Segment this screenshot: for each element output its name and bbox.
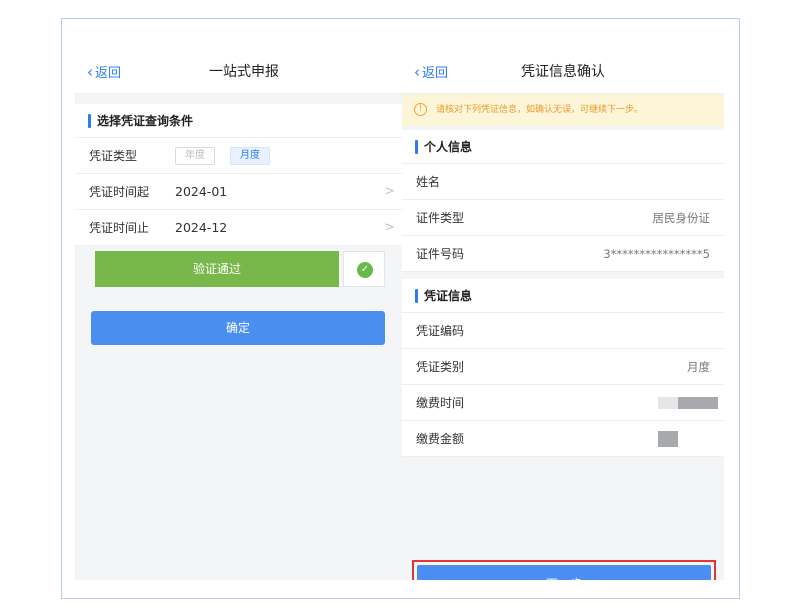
chevron-right-icon: >: [384, 184, 395, 199]
name-label: 姓名: [416, 175, 441, 189]
id-type-value: 居民身份证: [652, 211, 711, 225]
verify-handle[interactable]: ✓: [343, 251, 385, 287]
screenshot-frame: ‹ 返回 一站式申报 选择凭证查询条件 凭证类型 年度 月度 凭证时间起 2024…: [61, 18, 740, 599]
id-number-label: 证件号码: [416, 247, 465, 261]
section-accent-bar: [415, 140, 418, 154]
redacted-mask: [658, 431, 678, 447]
chevron-left-icon: ‹: [87, 63, 93, 81]
voucher-category-value: 月度: [687, 360, 710, 374]
option-month-chip[interactable]: 月度: [230, 147, 270, 165]
verify-slider[interactable]: 验证通过 ✓: [95, 251, 385, 287]
chevron-right-icon: >: [384, 220, 395, 235]
notice-text: 请核对下列凭证信息，如确认无误，可继续下一步。: [436, 105, 644, 115]
query-conditions-screen: ‹ 返回 一站式申报 选择凭证查询条件 凭证类型 年度 月度 凭证时间起 2024…: [75, 51, 407, 580]
voucher-code-row: 凭证编码: [402, 313, 724, 349]
end-time-row[interactable]: 凭证时间止 2024-12 >: [75, 210, 407, 246]
next-step-button[interactable]: 下一步: [417, 565, 711, 580]
voucher-info-header: 凭证信息: [402, 279, 724, 313]
nav-bar: ‹ 返回 凭证信息确认: [402, 51, 724, 94]
id-type-label: 证件类型: [416, 211, 465, 225]
page-title: 一站式申报: [209, 64, 279, 80]
info-circle-icon: !: [414, 103, 427, 116]
voucher-type-row: 凭证类型 年度 月度: [75, 138, 407, 174]
voucher-category-label: 凭证类别: [416, 360, 465, 374]
voucher-type-label: 凭证类型: [89, 149, 138, 163]
check-circle-icon: ✓: [357, 262, 373, 278]
voucher-confirm-screen: ‹ 返回 凭证信息确认 ! 请核对下列凭证信息，如确认无误，可继续下一步。 个人信…: [402, 51, 724, 580]
payment-time-label: 缴费时间: [416, 396, 465, 410]
id-number-value: 3****************5: [603, 247, 710, 261]
section-title: 凭证信息: [424, 289, 473, 303]
notice-banner: ! 请核对下列凭证信息，如确认无误，可继续下一步。: [402, 94, 724, 126]
redacted-mask: [678, 397, 718, 409]
id-number-row: 证件号码 3****************5: [402, 236, 724, 272]
confirm-button[interactable]: 确定: [91, 311, 385, 345]
page-title: 凭证信息确认: [521, 64, 605, 80]
personal-info-header: 个人信息: [402, 130, 724, 164]
back-button[interactable]: ‹ 返回: [414, 51, 448, 94]
end-time-value: 2024-12: [175, 220, 228, 235]
start-time-label: 凭证时间起: [89, 185, 150, 199]
section-header: 选择凭证查询条件: [75, 104, 407, 138]
name-row: 姓名: [402, 164, 724, 200]
back-button[interactable]: ‹ 返回: [87, 51, 121, 94]
start-time-row[interactable]: 凭证时间起 2024-01 >: [75, 174, 407, 210]
end-time-label: 凭证时间止: [89, 221, 150, 235]
payment-time-row: 缴费时间: [402, 385, 724, 421]
chevron-left-icon: ‹: [414, 63, 420, 81]
option-year-chip[interactable]: 年度: [175, 147, 215, 165]
verify-status-label: 验证通过: [95, 251, 339, 287]
voucher-code-label: 凭证编码: [416, 324, 465, 338]
redacted-mask: [658, 397, 678, 409]
payment-amount-label: 缴费金额: [416, 432, 465, 446]
voucher-category-row: 凭证类别 月度: [402, 349, 724, 385]
section-title: 个人信息: [424, 140, 473, 154]
section-title: 选择凭证查询条件: [97, 114, 194, 128]
id-type-row: 证件类型 居民身份证: [402, 200, 724, 236]
back-label: 返回: [95, 66, 122, 81]
section-accent-bar: [415, 289, 418, 303]
nav-bar: ‹ 返回 一站式申报: [75, 51, 407, 94]
back-label: 返回: [422, 66, 449, 81]
section-accent-bar: [88, 114, 91, 128]
start-time-value: 2024-01: [175, 184, 228, 199]
payment-amount-row: 缴费金额: [402, 421, 724, 457]
